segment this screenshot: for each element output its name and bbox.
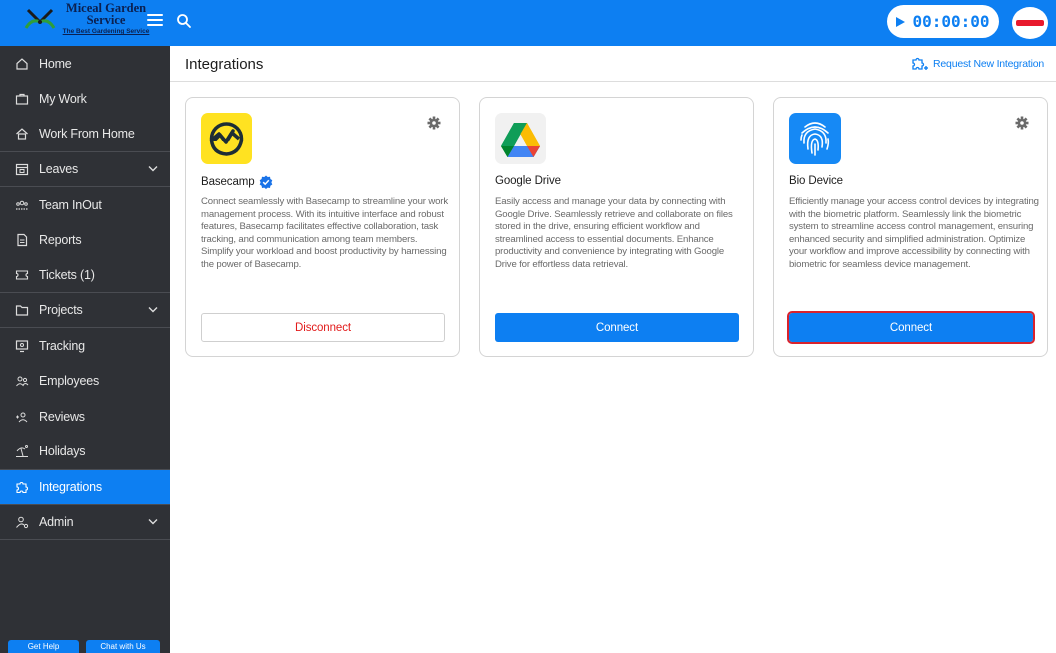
sidebar-item-label: Reviews — [39, 409, 85, 424]
folder-icon — [14, 302, 30, 318]
sidebar-footer: Get Help Chat with Us — [0, 640, 170, 653]
sidebar-item-label: Projects — [39, 303, 83, 318]
puzzle-add-icon — [912, 57, 929, 70]
sidebar-item-home[interactable]: Home — [0, 46, 170, 81]
sidebar-item-reviews[interactable]: Reviews — [0, 399, 170, 434]
get-help-button[interactable]: Get Help — [8, 640, 79, 653]
sidebar-item-label: Leaves — [39, 162, 79, 177]
sidebar-item-label: Holidays — [39, 444, 86, 459]
sidebar-item-label: Work From Home — [39, 126, 135, 141]
sidebar-item-reports[interactable]: Reports — [0, 222, 170, 257]
integration-title-text: Bio Device — [789, 175, 843, 187]
calendar-icon — [14, 161, 30, 177]
sidebar-item-label: Reports — [39, 233, 82, 248]
sidebar-item-holidays[interactable]: Holidays — [0, 434, 170, 470]
avatar-logo-icon — [1016, 20, 1044, 26]
brand-text: Miceal Garden Service The Best Gardening… — [58, 2, 154, 35]
settings-gear-icon[interactable] — [427, 116, 441, 130]
monitor-icon — [14, 338, 30, 354]
sidebar-item-work-from-home[interactable]: Work From Home — [0, 117, 170, 152]
briefcase-icon — [14, 91, 30, 107]
timer-value: 00:00:00 — [912, 12, 990, 31]
sidebar-item-employees[interactable]: Employees — [0, 364, 170, 399]
puzzle-icon — [14, 479, 30, 495]
sidebar-item-label: Team InOut — [39, 197, 102, 212]
play-icon — [896, 16, 906, 27]
brand-tagline: The Best Gardening Service — [62, 28, 150, 35]
search-icon[interactable] — [176, 13, 192, 29]
report-icon — [14, 232, 30, 248]
user-avatar[interactable] — [1012, 7, 1048, 39]
team-icon — [14, 197, 30, 213]
integration-card-bio-device: Bio Device Efficiently manage your acces… — [773, 97, 1048, 357]
connect-button[interactable]: Connect — [495, 313, 739, 342]
employees-icon — [14, 373, 30, 389]
sidebar-item-team-inout[interactable]: Team InOut — [0, 187, 170, 222]
chevron-down-icon — [148, 165, 158, 172]
chevron-down-icon — [148, 518, 158, 525]
disconnect-button[interactable]: Disconnect — [201, 313, 445, 342]
page-title: Integrations — [185, 56, 264, 73]
sidebar-item-label: Employees — [39, 374, 100, 389]
chevron-down-icon — [148, 307, 158, 313]
sidebar-item-label: Admin — [39, 515, 74, 529]
top-bar: Miceal Garden Service The Best Gardening… — [0, 0, 1056, 46]
integration-description: Easily access and manage your data by co… — [495, 196, 733, 270]
brand[interactable]: Miceal Garden Service The Best Gardening… — [0, 0, 170, 46]
sidebar-item-my-work[interactable]: My Work — [0, 81, 170, 116]
sidebar-item-tickets[interactable]: Tickets (1) — [0, 258, 170, 294]
home-icon — [14, 56, 30, 72]
integration-title: Basecamp — [201, 175, 273, 189]
integration-card-google-drive: Google Drive Easily access and manage yo… — [479, 97, 754, 357]
sidebar: Home My Work Work From Home Leaves Team … — [0, 46, 170, 653]
sidebar-item-tracking[interactable]: Tracking — [0, 328, 170, 363]
sidebar-item-admin[interactable]: Admin — [0, 505, 170, 541]
sidebar-item-label: Home — [39, 56, 72, 71]
sidebar-item-integrations[interactable]: Integrations — [0, 469, 170, 505]
settings-gear-icon[interactable] — [1015, 116, 1029, 130]
integration-title-text: Google Drive — [495, 175, 561, 187]
verified-badge-icon — [259, 175, 272, 189]
integration-description: Efficiently manage your access control d… — [789, 196, 1039, 270]
sidebar-item-label: Tickets (1) — [39, 267, 95, 282]
connect-button[interactable]: Connect — [787, 311, 1035, 344]
fingerprint-logo-icon — [789, 113, 841, 164]
brand-name-line2: Service — [86, 13, 126, 27]
time-tracker-button[interactable]: 00:00:00 — [887, 5, 999, 38]
admin-icon — [14, 514, 30, 530]
request-link-label: Request New Integration — [933, 58, 1044, 70]
integration-title-text: Basecamp — [201, 176, 255, 188]
sidebar-item-label: Integrations — [39, 479, 102, 494]
integration-title: Google Drive — [495, 175, 561, 187]
sidebar-item-label: Tracking — [39, 339, 85, 354]
integration-description: Connect seamlessly with Basecamp to stre… — [201, 196, 449, 270]
request-new-integration-link[interactable]: Request New Integration — [911, 56, 1044, 72]
page-header: Integrations Request New Integration — [170, 46, 1056, 82]
google-drive-logo-icon — [495, 113, 546, 164]
hamburger-menu-icon[interactable] — [147, 14, 163, 28]
basecamp-logo-icon — [201, 113, 252, 164]
garden-shears-logo-icon — [24, 8, 56, 29]
integration-title: Bio Device — [789, 175, 843, 187]
reviews-icon — [14, 409, 30, 425]
chat-with-us-button[interactable]: Chat with Us — [86, 640, 160, 653]
house-icon — [14, 126, 30, 142]
ticket-icon — [14, 267, 30, 283]
sidebar-item-label: My Work — [39, 91, 87, 106]
integration-card-basecamp: Basecamp Connect seamlessly with Basecam… — [185, 97, 460, 357]
sidebar-item-leaves[interactable]: Leaves — [0, 152, 170, 188]
sidebar-item-projects[interactable]: Projects — [0, 293, 170, 329]
beach-icon — [14, 443, 30, 459]
